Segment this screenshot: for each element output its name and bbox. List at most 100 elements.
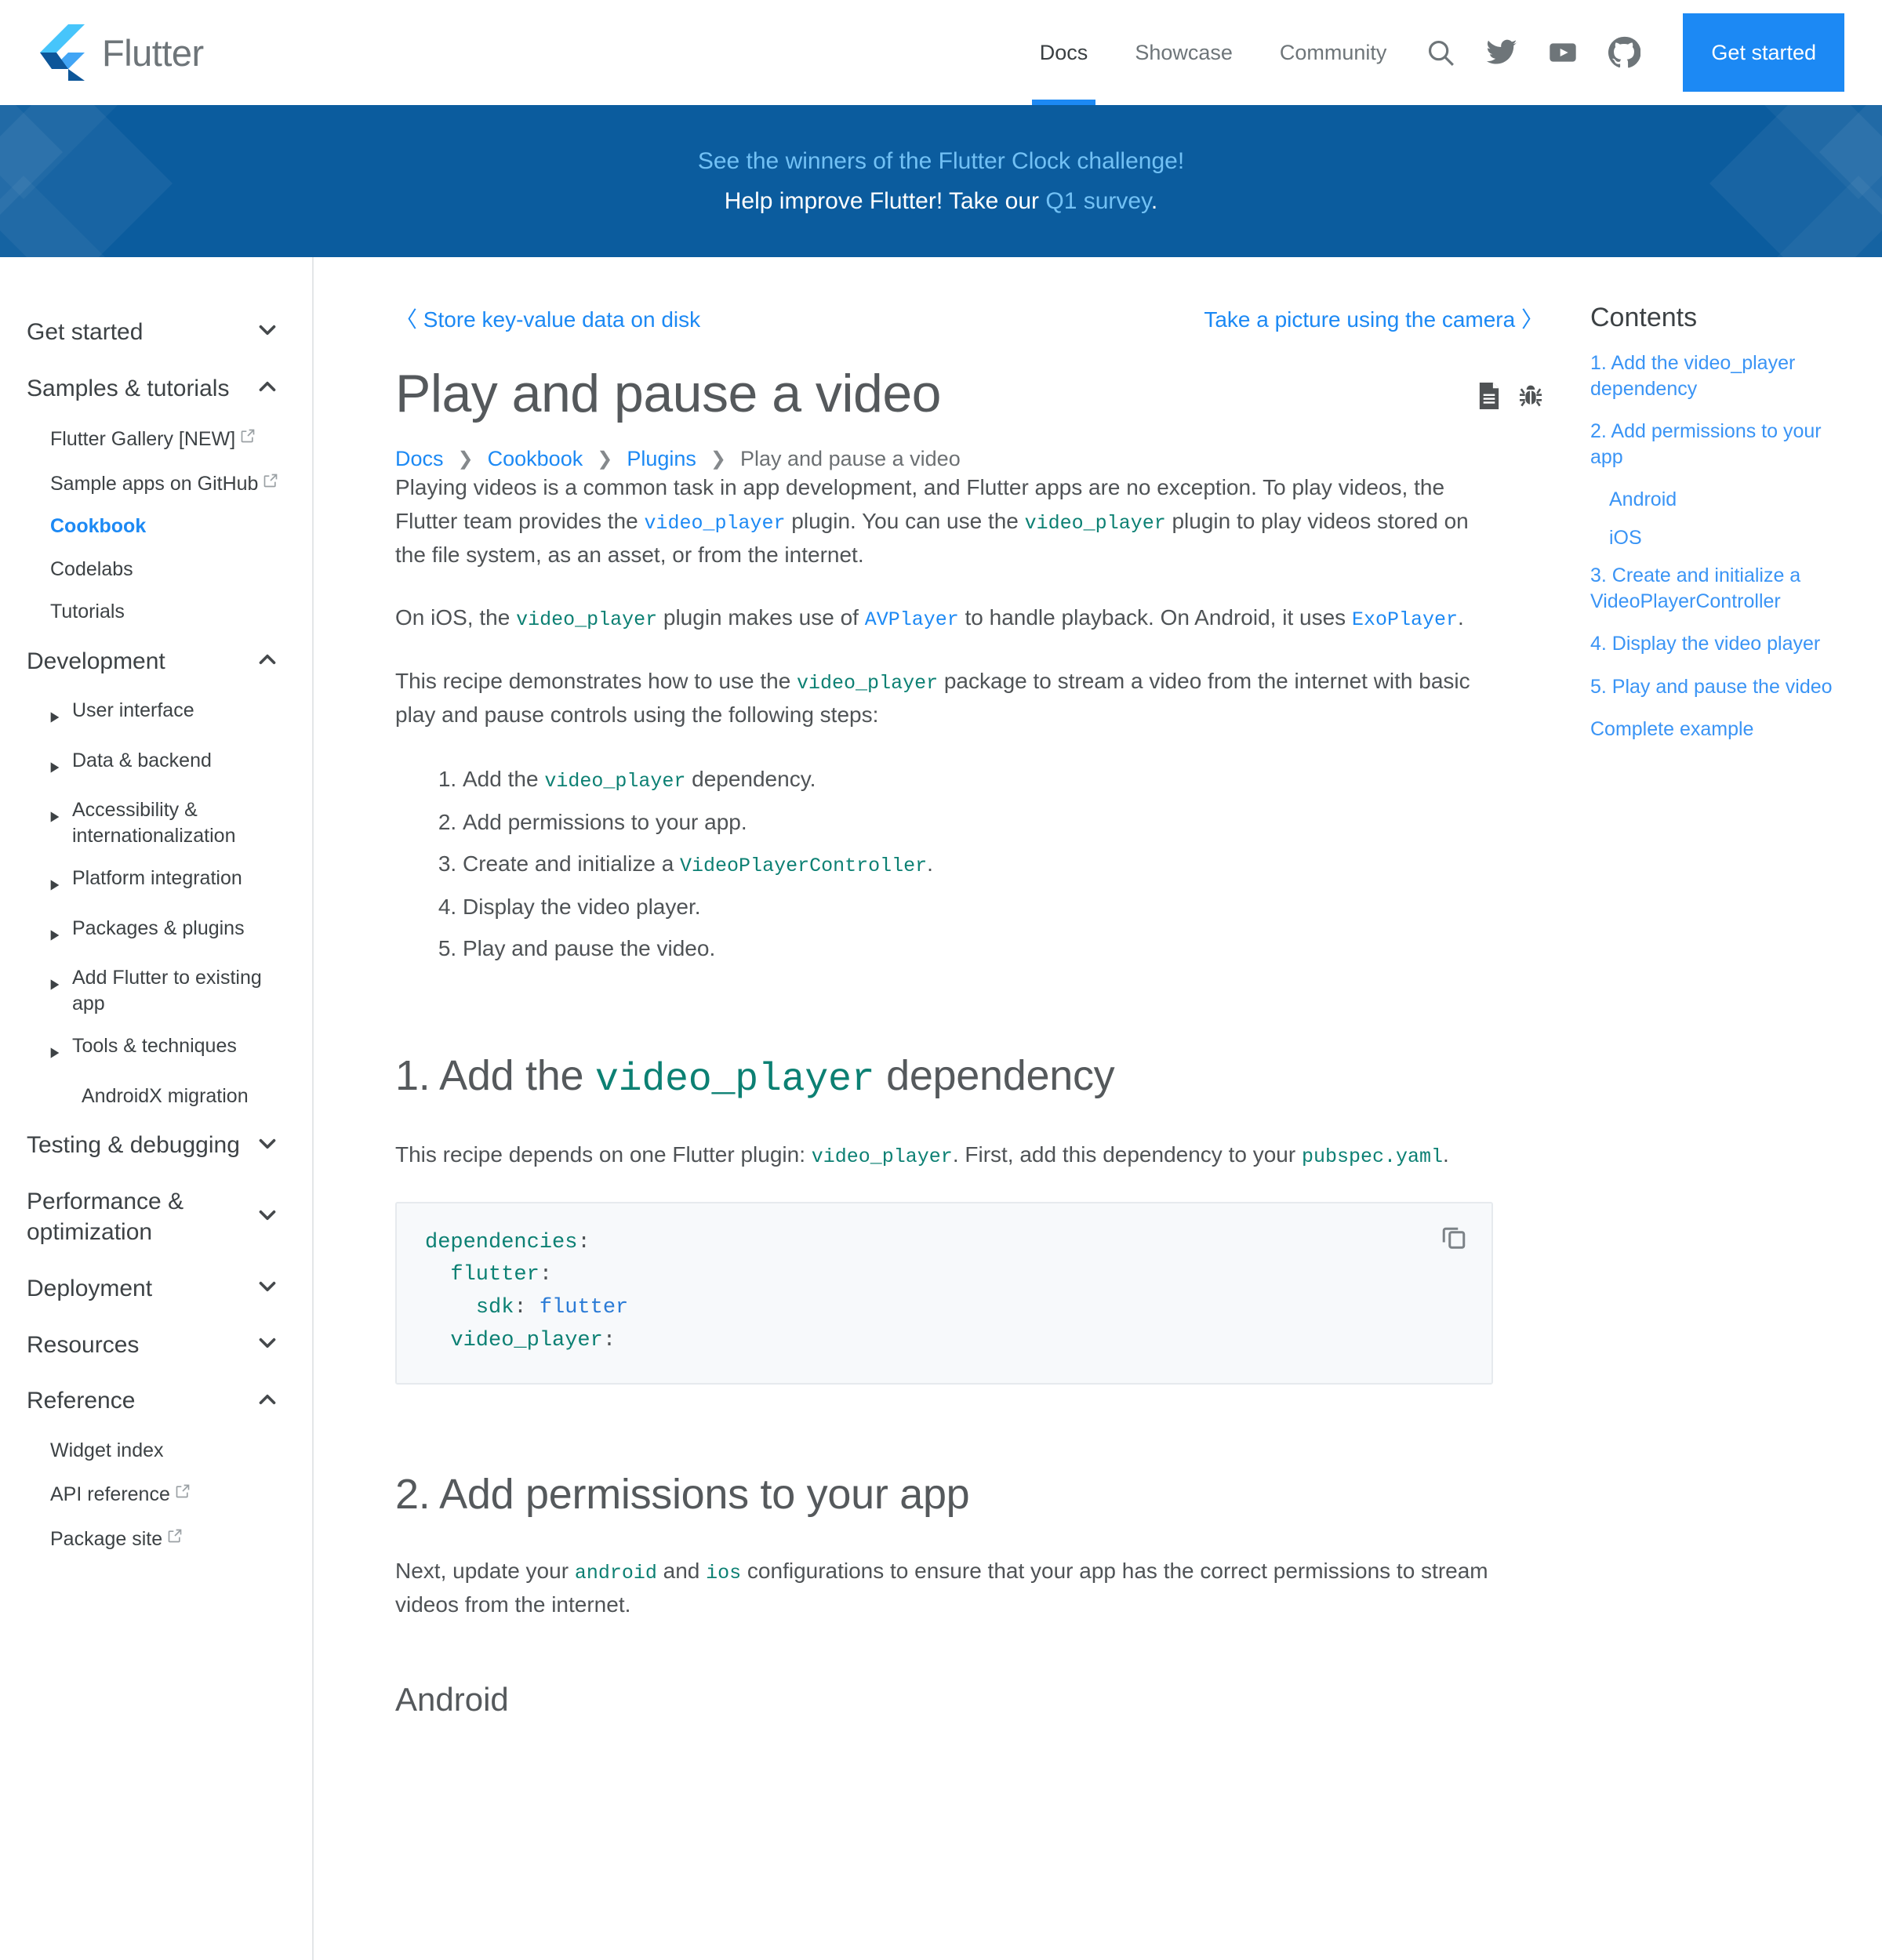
sidebar-item-data-backend[interactable]: Data & backend xyxy=(27,739,281,789)
inline-code: video_player xyxy=(594,1057,875,1102)
bug-icon[interactable] xyxy=(1518,383,1543,413)
text-run: Add permissions to your app. xyxy=(463,809,747,834)
inline-code: video_player xyxy=(797,672,939,695)
sidebar-group-samples-tutorials[interactable]: Samples & tutorials xyxy=(27,361,281,417)
sidebar-item-codelabs[interactable]: Codelabs xyxy=(27,548,281,591)
sidebar-item-widget-index[interactable]: Widget index xyxy=(27,1429,281,1472)
text-run: . xyxy=(927,851,933,877)
prev-page-label: Store key-value data on disk xyxy=(423,307,701,332)
toc-item-1[interactable]: 1. Add the video_player dependency xyxy=(1590,350,1849,401)
survey-link[interactable]: Q1 survey xyxy=(1045,188,1151,214)
video-player-plugin-link[interactable]: video_player xyxy=(644,509,785,535)
sidebar-item-label: Package site xyxy=(50,1527,163,1550)
toc-item-ios[interactable]: iOS xyxy=(1590,525,1849,551)
code-punct: : xyxy=(577,1230,590,1254)
document-icon[interactable] xyxy=(1477,383,1501,413)
search-icon[interactable] xyxy=(1410,0,1471,105)
text-run: dependency. xyxy=(685,766,816,791)
sidebar-item-label: AndroidX migration xyxy=(82,1084,249,1107)
sidebar-item-flutter-gallery[interactable]: Flutter Gallery [NEW] xyxy=(27,416,281,461)
intro-paragraph-3: This recipe demonstrates how to use the … xyxy=(395,665,1493,732)
inline-code: video_player xyxy=(516,608,658,632)
avplayer-link[interactable]: AVPlayer xyxy=(864,605,959,632)
sidebar-group-deployment[interactable]: Deployment xyxy=(27,1261,281,1317)
sidebar-item-tutorials[interactable]: Tutorials xyxy=(27,590,281,633)
clock-challenge-link[interactable]: See the winners of the Flutter Clock cha… xyxy=(698,148,1184,174)
list-item: Add the video_player dependency. xyxy=(463,762,1543,797)
sidebar-item-packages-plugins[interactable]: Packages & plugins xyxy=(27,907,281,957)
chevron-up-icon xyxy=(254,373,281,404)
text-run: Display the video player. xyxy=(463,894,701,919)
sidebar-item-label: Accessibility & internationalization xyxy=(72,799,236,847)
toc-item-2[interactable]: 2. Add permissions to your app xyxy=(1590,419,1849,470)
inline-code: ExoPlayer xyxy=(1351,608,1458,632)
youtube-icon[interactable] xyxy=(1532,0,1593,105)
top-navigation-bar: Flutter Docs Showcase Community Get star… xyxy=(0,0,1882,105)
title-row: Play and pause a video xyxy=(395,362,1543,425)
toc-item-complete-example[interactable]: Complete example xyxy=(1590,717,1849,742)
page-body: Get started Samples & tutorials Flutter … xyxy=(0,257,1882,1960)
banner-chevron-pattern-right xyxy=(1709,105,1882,257)
nav-item-docs[interactable]: Docs xyxy=(1016,0,1112,105)
section-1-paragraph: This recipe depends on one Flutter plugi… xyxy=(395,1138,1493,1172)
breadcrumb-cookbook[interactable]: Cookbook xyxy=(488,447,583,471)
code-block-pubspec: dependencies: flutter: sdk: flutter vide… xyxy=(395,1201,1493,1385)
toc-item-3[interactable]: 3. Create and initialize a VideoPlayerCo… xyxy=(1590,563,1849,614)
announcement-banner: See the winners of the Flutter Clock cha… xyxy=(0,105,1882,257)
sidebar-item-accessibility-internationalization[interactable]: Accessibility & internationalization xyxy=(27,789,281,857)
text-run: plugin makes use of xyxy=(657,605,865,630)
prev-page-link[interactable]: 〈 Store key-value data on disk xyxy=(395,303,700,334)
text-run: Play and pause the video. xyxy=(463,936,716,961)
section-2-subheading-android: Android xyxy=(395,1681,509,1719)
next-page-link[interactable]: Take a picture using the camera 〉 xyxy=(1204,303,1543,334)
text-run: . First, add this dependency to your xyxy=(952,1142,1302,1167)
sidebar-item-package-site[interactable]: Package site xyxy=(27,1516,281,1561)
sidebar-item-label: Flutter Gallery [NEW] xyxy=(50,428,236,451)
exoplayer-link[interactable]: ExoPlayer xyxy=(1351,605,1458,632)
breadcrumb-docs[interactable]: Docs xyxy=(395,447,444,471)
sidebar-item-user-interface[interactable]: User interface xyxy=(27,689,281,739)
nav-icon-group xyxy=(1410,0,1655,105)
toc-item-5[interactable]: 5. Play and pause the video xyxy=(1590,674,1849,700)
breadcrumb-current: Play and pause a video xyxy=(740,447,961,471)
code-punct: : xyxy=(602,1329,616,1353)
toc-item-android[interactable]: Android xyxy=(1590,487,1849,513)
sidebar-item-label: Packages & plugins xyxy=(72,916,245,939)
breadcrumb-plugins[interactable]: Plugins xyxy=(627,447,696,471)
sidebar-group-reference[interactable]: Reference xyxy=(27,1373,281,1429)
inline-code: video_player xyxy=(811,1145,953,1168)
section-heading-2: 2. Add permissions to your app xyxy=(395,1470,970,1518)
left-sidebar-nav: Get started Samples & tutorials Flutter … xyxy=(0,257,314,1960)
sidebar-item-api-reference[interactable]: API reference xyxy=(27,1472,281,1516)
sidebar-item-cookbook[interactable]: Cookbook xyxy=(27,505,281,548)
sidebar-group-development[interactable]: Development xyxy=(27,633,281,690)
table-of-contents: Contents 1. Add the video_player depende… xyxy=(1590,257,1882,760)
sidebar-group-resources[interactable]: Resources xyxy=(27,1317,281,1374)
toc-item-4[interactable]: 4. Display the video player xyxy=(1590,631,1849,657)
sidebar-item-tools-techniques[interactable]: Tools & techniques xyxy=(27,1025,281,1075)
sidebar-group-testing-debugging[interactable]: Testing & debugging xyxy=(27,1117,281,1174)
nav-item-showcase[interactable]: Showcase xyxy=(1111,0,1256,105)
triangle-right-icon xyxy=(49,923,61,949)
inline-code: AVPlayer xyxy=(864,608,959,632)
get-started-button[interactable]: Get started xyxy=(1683,13,1844,92)
sidebar-group-get-started[interactable]: Get started xyxy=(27,304,281,361)
nav-item-community[interactable]: Community xyxy=(1256,0,1411,105)
text-run: . xyxy=(1442,1142,1449,1167)
list-item: Play and pause the video. xyxy=(463,931,1543,965)
sidebar-item-platform-integration[interactable]: Platform integration xyxy=(27,857,281,907)
twitter-icon[interactable] xyxy=(1471,0,1532,105)
sidebar-item-sample-apps-github[interactable]: Sample apps on GitHub xyxy=(27,461,281,506)
inline-code: pubspec.yaml xyxy=(1301,1145,1443,1168)
triangle-right-icon xyxy=(49,1040,61,1066)
flutter-logo-link[interactable]: Flutter xyxy=(38,24,204,81)
sidebar-item-androidx-migration[interactable]: AndroidX migration xyxy=(27,1075,281,1118)
sidebar-item-add-flutter-to-existing-app[interactable]: Add Flutter to existing app xyxy=(27,956,281,1025)
text-run: dependency xyxy=(874,1051,1115,1099)
sidebar-item-label: Add Flutter to existing app xyxy=(72,967,262,1014)
copy-icon[interactable] xyxy=(1440,1222,1468,1254)
sidebar-group-performance-optimization[interactable]: Performance & optimization xyxy=(27,1174,281,1261)
breadcrumb-separator: ❯ xyxy=(597,448,613,470)
text-run: Add the xyxy=(463,766,545,791)
github-icon[interactable] xyxy=(1593,0,1655,105)
